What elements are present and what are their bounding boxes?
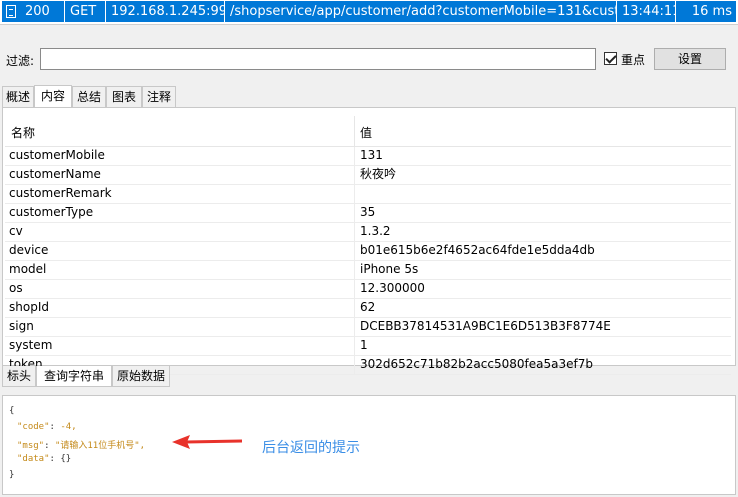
tab-summary[interactable]: 总结 (72, 86, 106, 107)
table-row[interactable]: customerType 35 (5, 204, 731, 223)
filter-bar: 过滤: 重点 设置 (0, 40, 738, 78)
row-name: customerName (9, 167, 101, 181)
check-icon (605, 52, 617, 64)
filter-label: 过滤: (6, 54, 35, 68)
json-data-value: {} (60, 454, 72, 464)
tab-headers[interactable]: 标头 (2, 366, 36, 387)
document-icon (6, 5, 16, 18)
row-name: device (9, 243, 49, 257)
row-value: 302d652c71b82b2acc5080fea5a3ef7b (360, 357, 593, 371)
table-row[interactable]: device b01e615b6e2f4652ac64fde1e5dda4db (5, 242, 731, 261)
json-data-key: "data" (17, 454, 50, 464)
important-checkbox[interactable] (604, 52, 617, 65)
table-header: 名称 值 (5, 116, 731, 147)
red-arrow-icon (172, 435, 243, 449)
json-code-key: "code" (17, 422, 50, 432)
table-row[interactable]: customerRemark (5, 185, 731, 204)
row-value: 131 (360, 148, 383, 162)
query-table: 名称 值 customerMobile 131 customerName 秋夜吟 c… (5, 116, 731, 375)
json-open-brace: { (9, 406, 15, 416)
row-value: 秋夜吟 (360, 167, 397, 181)
table-row[interactable]: model iPhone 5s (5, 261, 731, 280)
request-row[interactable]: 200 GET 192.168.1.245:9999 /shopservice/… (0, 0, 738, 25)
settings-button[interactable]: 设置 (654, 48, 726, 70)
column-value-header[interactable]: 值 (360, 124, 372, 141)
tab-query-string[interactable]: 查询字符串 (36, 366, 112, 387)
filter-input[interactable] (40, 48, 596, 70)
important-label: 重点 (621, 53, 646, 67)
json-msg-key: "msg" (17, 441, 45, 451)
request-url: /shopservice/app/customer/add?customerMo… (225, 1, 616, 22)
row-name: customerMobile (9, 148, 105, 162)
row-name: customerRemark (9, 186, 112, 200)
json-code-line: "code": -4, (17, 422, 77, 432)
status-code: 200 (20, 1, 64, 22)
table-row[interactable]: shopId 62 (5, 299, 731, 318)
row-value: 35 (360, 205, 376, 219)
table-row[interactable]: system 1 (5, 337, 731, 356)
row-name: customerType (9, 205, 94, 219)
json-close-brace: } (9, 470, 15, 480)
tab-raw-data[interactable]: 原始数据 (112, 366, 170, 387)
request-method: GET (65, 1, 105, 22)
row-value: 1 (360, 338, 368, 352)
table-row[interactable]: sign DCEBB37814531A9BC1E6D513B3F8774E (5, 318, 731, 337)
table-row[interactable]: os 12.300000 (5, 280, 731, 299)
row-value: 1.3.2 (360, 224, 391, 238)
row-value: b01e615b6e2f4652ac64fde1e5dda4db (360, 243, 595, 257)
json-data-line: "data": {} (17, 454, 72, 464)
row-name: os (9, 281, 23, 295)
json-code-value: -4, (60, 422, 77, 432)
request-time: 13:44:11 (617, 1, 675, 22)
table-row[interactable]: cv 1.3.2 (5, 223, 731, 242)
row-name: sign (9, 319, 34, 333)
row-value: 62 (360, 300, 376, 314)
request-host: 192.168.1.245:9999 (106, 1, 224, 22)
row-name: shopId (9, 300, 49, 314)
row-name: cv (9, 224, 23, 238)
row-value: 12.300000 (360, 281, 425, 295)
table-row[interactable]: customerMobile 131 (5, 147, 731, 166)
row-name: model (9, 262, 47, 276)
table-row[interactable]: customerName 秋夜吟 (5, 166, 731, 185)
annotation-text: 后台返回的提示 (262, 440, 360, 456)
tab-chart[interactable]: 图表 (106, 86, 142, 107)
response-body[interactable]: { "code": -4, "msg": "请输入11位手机号", "data"… (2, 395, 736, 495)
row-name: system (9, 338, 53, 352)
column-name-header[interactable]: 名称 (11, 124, 35, 141)
request-duration: 16 ms (676, 1, 736, 22)
row-value: iPhone 5s (360, 262, 419, 276)
json-msg-line: "msg": "请输入11位手机号", (17, 441, 146, 451)
tab-overview[interactable]: 概述 (2, 86, 34, 107)
tab-content[interactable]: 内容 (34, 85, 72, 108)
tab-notes[interactable]: 注释 (142, 86, 176, 107)
request-icon-cell (2, 1, 20, 22)
json-msg-value: "请输入11位手机号", (54, 441, 146, 451)
content-panel: 名称 值 customerMobile 131 customerName 秋夜吟 c… (2, 107, 736, 375)
row-value: DCEBB37814531A9BC1E6D513B3F8774E (360, 319, 611, 333)
